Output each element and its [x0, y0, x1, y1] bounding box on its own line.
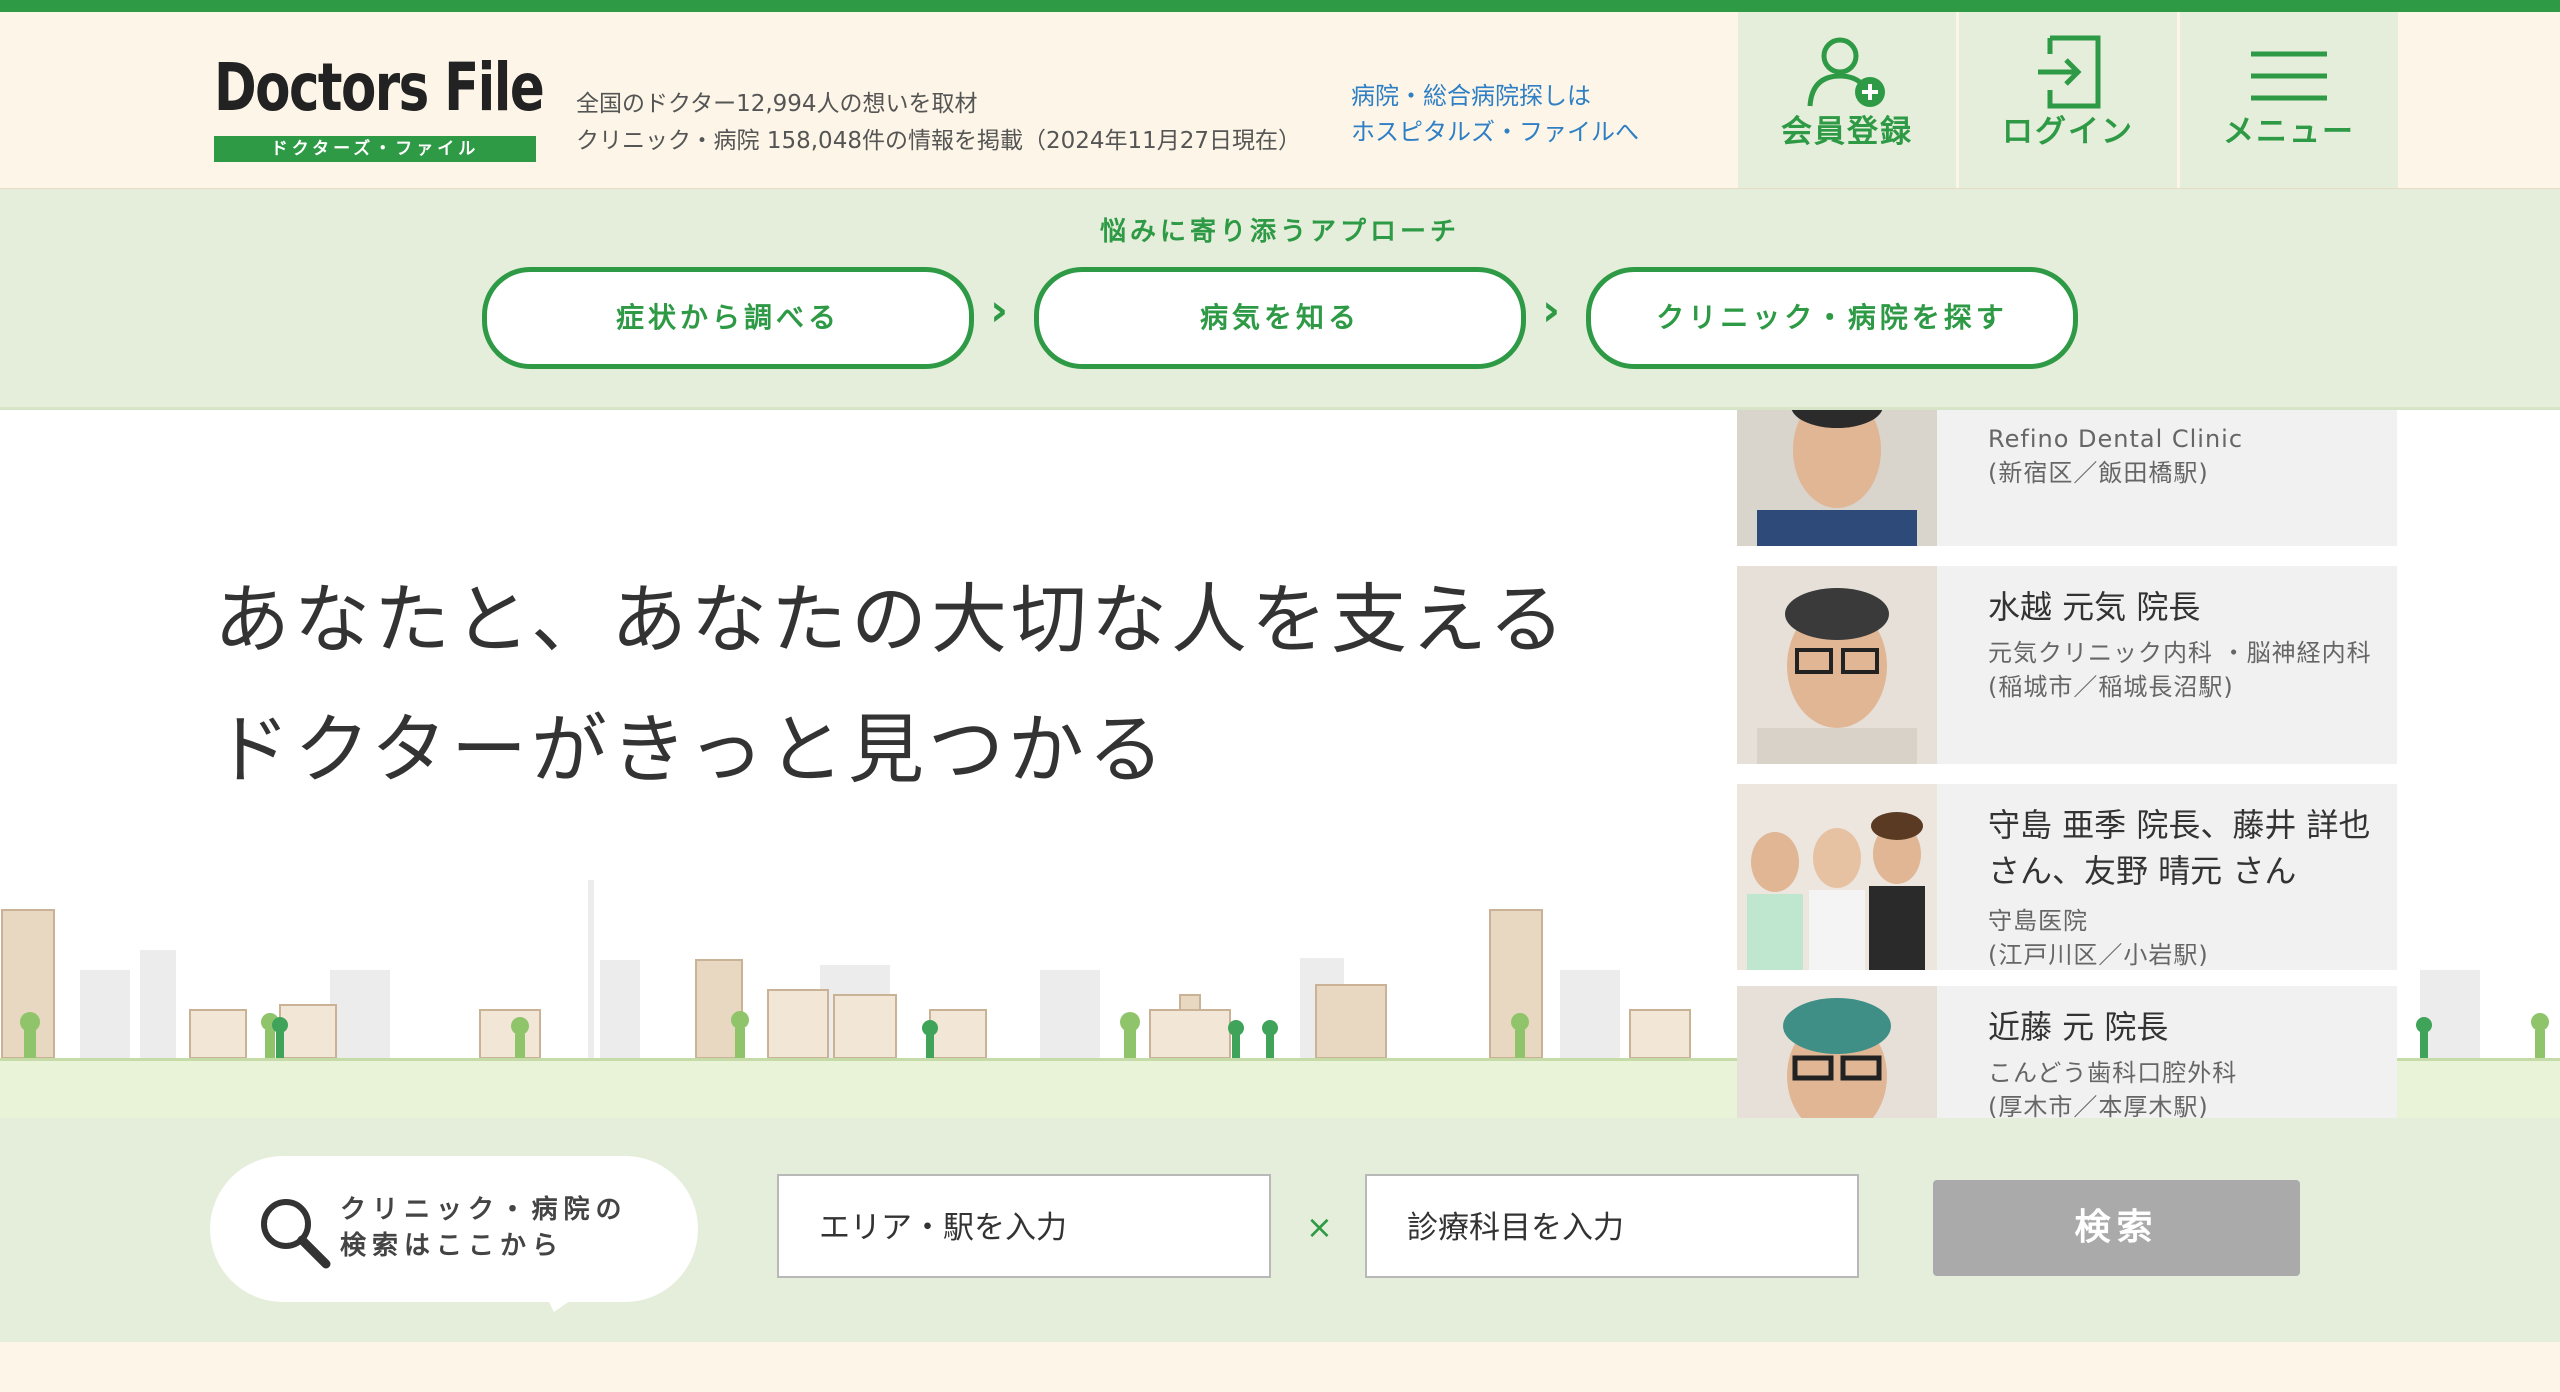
- login-icon: [2038, 35, 2101, 109]
- doctor-photo: [1737, 784, 1937, 970]
- area-station-input[interactable]: エリア・駅を入力: [777, 1174, 1271, 1278]
- bubble-tail: [540, 1284, 594, 1312]
- login-label: ログイン: [2002, 114, 2134, 150]
- doctor-name: 近藤 元 院長: [1988, 1008, 2169, 1046]
- user-plus-icon: [1807, 37, 1885, 107]
- hospitals-link-line2: ホスピタルズ・ファイルへ: [1351, 118, 1639, 146]
- menu-button[interactable]: メニュー: [2180, 12, 2398, 188]
- hospitals-link-line1: 病院・総合病院探しは: [1351, 82, 1591, 110]
- doctor-card-kondo[interactable]: 近藤 元 院長 こんどう歯科口腔外科 (厚木市／本厚木駅): [1737, 986, 2397, 1118]
- department-input[interactable]: 診療科目を入力: [1365, 1174, 1859, 1278]
- featured-doctors-list: Refino Dental Clinic (新宿区／飯田橋駅) 水越 元気 院長…: [1737, 410, 2397, 1118]
- chevron-right-icon: ›: [990, 285, 1009, 336]
- doctor-location: (新宿区／飯田橋駅): [1988, 459, 2209, 487]
- doctor-clinic: 元気クリニック内科 ・脳神経内科: [1988, 639, 2372, 667]
- doctor-photo: [1737, 566, 1937, 764]
- approach-title: 悩みに寄り添うアプローチ: [1099, 217, 1460, 247]
- clinic-count-text: クリニック・病院 158,048件の情報を掲載（2024年11月27日現在）: [576, 128, 1302, 154]
- search-button[interactable]: 検索: [1933, 1180, 2300, 1276]
- register-button[interactable]: 会員登録: [1738, 12, 1956, 188]
- doctor-location: (江戸川区／小岩駅): [1988, 941, 2209, 969]
- doctor-card-mizukoshi[interactable]: 水越 元気 院長 元気クリニック内科 ・脳神経内科 (稲城市／稲城長沼駅): [1737, 566, 2397, 764]
- search-callout-line2: 検索はここから: [340, 1231, 565, 1261]
- clinic-search-button[interactable]: クリニック・病院を探す: [1586, 267, 2078, 369]
- logo-text: Doctors File: [214, 49, 545, 126]
- search-callout-line1: クリニック・病院の: [340, 1195, 628, 1225]
- search-bar-section: クリニック・病院の 検索はここから エリア・駅を入力 × 診療科目を入力 検索: [0, 1118, 2560, 1342]
- doctor-name: 水越 元気 院長: [1988, 588, 2201, 626]
- doctor-photo: [1737, 410, 1937, 546]
- doctor-name-line1: 守島 亜季 院長、藤井 詳也: [1988, 806, 2371, 844]
- chevron-right-icon: ›: [1542, 285, 1561, 336]
- hamburger-menu-icon: [2251, 51, 2327, 101]
- login-button[interactable]: ログイン: [1959, 12, 2177, 188]
- doctor-clinic: こんどう歯科口腔外科: [1988, 1059, 2238, 1087]
- top-accent-bar: [0, 0, 2560, 12]
- doctor-count-text: 全国のドクター12,994人の想いを取材: [576, 91, 978, 117]
- doctor-card-morishima[interactable]: 守島 亜季 院長、藤井 詳也 さん、友野 晴元 さん 守島医院 (江戸川区／小岩…: [1737, 784, 2397, 970]
- times-separator: ×: [1306, 1208, 1333, 1246]
- search-magnifier-icon: [261, 1199, 331, 1269]
- hospitals-file-link[interactable]: 病院・総合病院探しは ホスピタルズ・ファイルへ: [1351, 78, 1639, 150]
- doctor-name-line2: さん、友野 晴元 さん: [1988, 852, 2297, 890]
- header-info: 全国のドクター12,994人の想いを取材 クリニック・病院 158,048件の情…: [576, 86, 1301, 160]
- menu-label: メニュー: [2223, 114, 2355, 150]
- diseases-button[interactable]: 病気を知る: [1034, 267, 1526, 369]
- doctor-location: (稲城市／稲城長沼駅): [1988, 673, 2234, 701]
- search-callout-text: クリニック・病院の 検索はここから: [340, 1192, 627, 1264]
- doctor-clinic: 守島医院: [1988, 907, 2088, 935]
- doctor-card-refino[interactable]: Refino Dental Clinic (新宿区／飯田橋駅): [1737, 410, 2397, 546]
- doctor-clinic: Refino Dental Clinic: [1988, 425, 2244, 453]
- doctor-photo: [1737, 986, 1937, 1118]
- logo-subtitle: ドクターズ・ファイル: [214, 136, 536, 162]
- symptoms-search-button[interactable]: 症状から調べる: [482, 267, 974, 369]
- doctor-location: (厚木市／本厚木駅): [1988, 1093, 2209, 1118]
- site-logo[interactable]: Doctors File ドクターズ・ファイル: [214, 48, 545, 164]
- approach-nav: 悩みに寄り添うアプローチ 症状から調べる › 病気を知る › クリニック・病院を…: [0, 189, 2560, 410]
- search-callout-bubble: クリニック・病院の 検索はここから: [210, 1156, 698, 1302]
- register-label: 会員登録: [1781, 114, 1913, 150]
